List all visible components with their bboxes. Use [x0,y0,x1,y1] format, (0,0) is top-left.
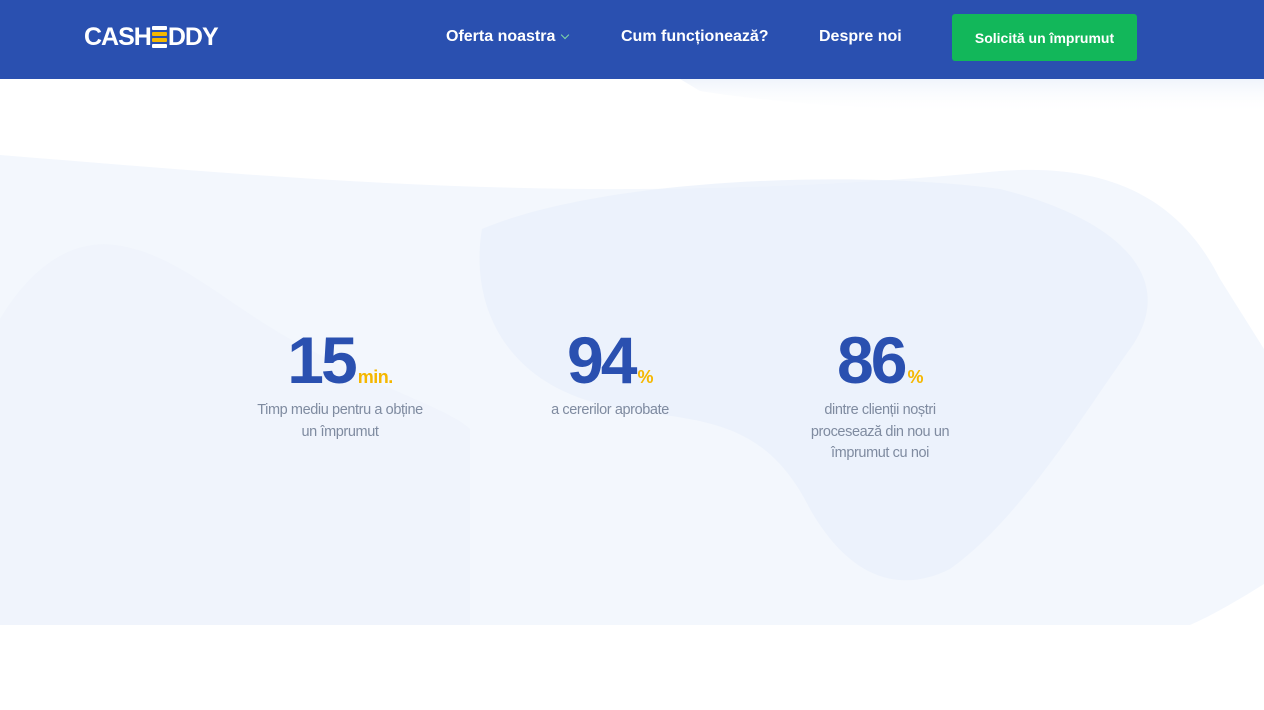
site-header: CASH DDY Oferta noastra Cum funcționează… [0,0,1264,79]
nav-item-label: Despre noi [819,28,902,45]
logo-text-left: CASH [84,22,152,51]
nav-item-despre-noi[interactable]: Despre noi [819,0,902,74]
stat-description: a cererilor aprobate [520,400,700,422]
nav-item-label: Cum funcționează? [621,28,769,45]
stat-description-line: împrumut cu noi [831,445,929,461]
stat-description: dintre clienții noștri procesează din no… [790,400,970,465]
stat-value-row: 15 min. [240,327,440,393]
stat-value: 86 [837,323,907,397]
stat-description-line: un împrumut [301,423,379,440]
stat-description-line: dintre clienții noștri [824,402,936,418]
stat-value: 94 [567,323,637,397]
stat-description-line: Timp mediu pentru a obține [257,402,423,418]
stat-unit: % [907,367,923,387]
stat-description-line: a cererilor aprobate [551,402,669,418]
stat-value: 15 [287,323,357,397]
nav-item-label: Oferta noastra [446,28,556,45]
logo[interactable]: CASH DDY [84,22,219,51]
stat-returning-clients: 86 % dintre clienții noștri procesează d… [790,327,970,465]
apply-loan-button[interactable]: Solicită un împrumut [952,14,1137,61]
stat-value-row: 94 % [520,327,700,393]
stacked-bars-e-icon [151,26,167,48]
stat-average-time: 15 min. Timp mediu pentru a obține un îm… [240,327,440,443]
stat-approval-rate: 94 % a cererilor aprobate [520,327,700,422]
apply-loan-button-label: Solicită un împrumut [974,29,1115,46]
logo-text-right: DDY [167,22,219,51]
stat-unit: % [637,367,653,387]
stats-section: 15 min. Timp mediu pentru a obține un îm… [0,79,1264,625]
chevron-down-icon [561,30,570,40]
stat-description-line: procesează din nou un [810,423,950,440]
stat-description: Timp mediu pentru a obține un împrumut [240,400,440,443]
nav-item-oferta-noastra[interactable]: Oferta noastra [446,0,570,74]
stat-value-row: 86 % [790,327,970,393]
nav-item-cum-functioneaza[interactable]: Cum funcționează? [621,0,769,74]
stat-unit: min. [357,367,394,387]
